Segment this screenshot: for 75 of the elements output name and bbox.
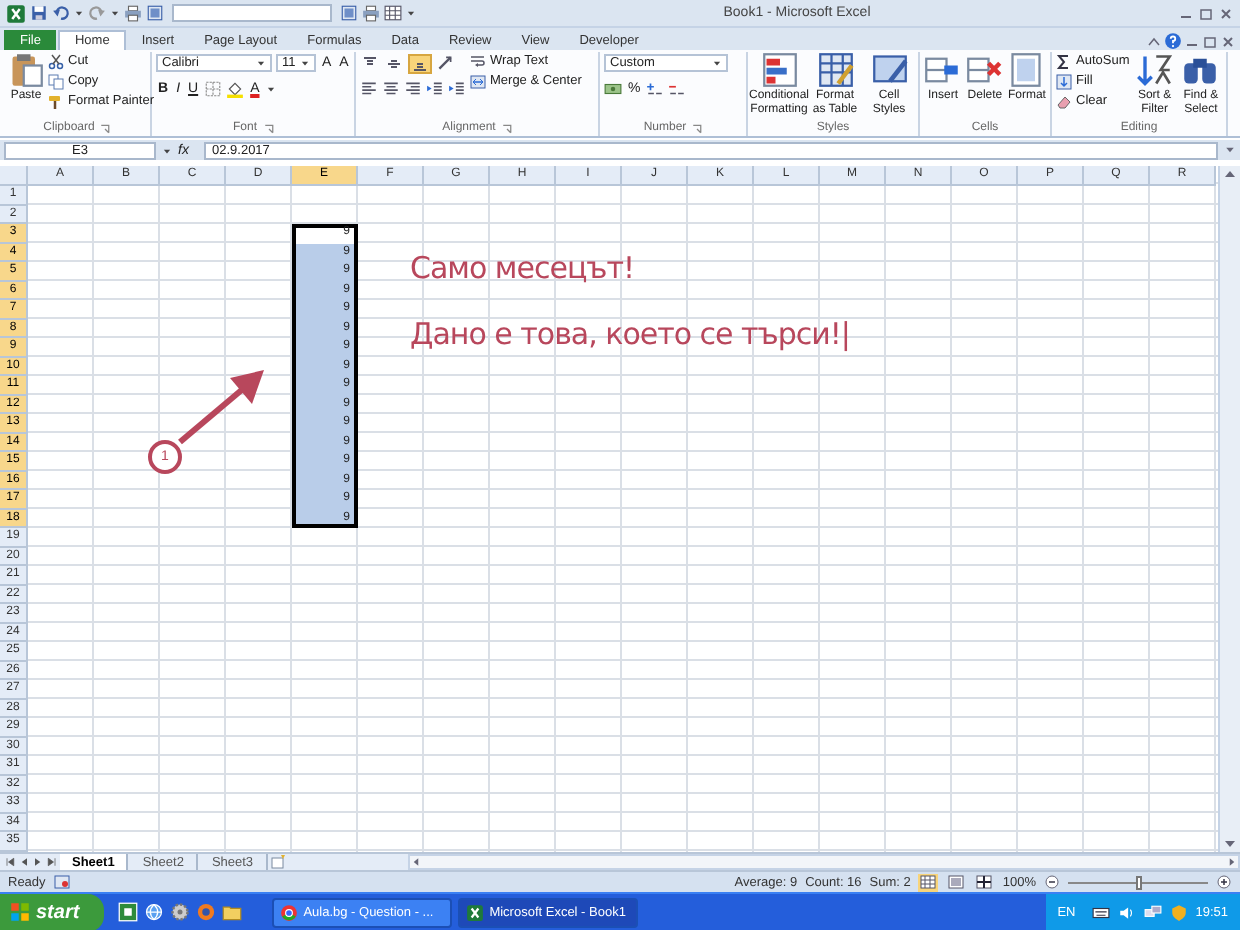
print-icon[interactable] xyxy=(362,4,380,22)
toolbar-field[interactable] xyxy=(172,4,332,22)
help-icon[interactable] xyxy=(1164,32,1182,50)
copy-icon xyxy=(48,73,64,89)
close-icon[interactable] xyxy=(1220,34,1236,50)
minus-icon[interactable] xyxy=(1044,874,1060,890)
launcher-icon[interactable] xyxy=(501,123,512,133)
scroll-down-icon[interactable] xyxy=(1224,144,1236,156)
scissors-icon xyxy=(48,53,64,69)
normal-view-icon xyxy=(920,874,937,890)
sum-icon xyxy=(1056,53,1072,69)
indent-icon[interactable] xyxy=(448,80,466,98)
indent-icon[interactable] xyxy=(426,80,444,98)
globe-icon[interactable] xyxy=(143,902,164,922)
app-logo-icon xyxy=(6,3,26,23)
record-macro-icon[interactable] xyxy=(53,874,70,890)
align-center-icon[interactable] xyxy=(382,80,400,98)
launcher-icon[interactable] xyxy=(692,123,703,133)
network-icon[interactable] xyxy=(1143,903,1162,921)
decimal-more-icon[interactable] xyxy=(646,80,665,98)
print-icon[interactable] xyxy=(124,4,142,22)
save-icon[interactable] xyxy=(30,4,48,22)
page-layout-view-icon xyxy=(948,874,965,890)
nav-first-icon[interactable] xyxy=(4,856,16,868)
collapse-icon[interactable] xyxy=(1146,34,1162,50)
align-left-icon[interactable] xyxy=(360,80,378,98)
fill-bucket-icon[interactable] xyxy=(226,80,245,98)
sort-icon xyxy=(1136,52,1173,88)
caret-icon[interactable] xyxy=(406,8,416,18)
caret-icon[interactable] xyxy=(74,8,84,18)
speaker-icon[interactable] xyxy=(1117,903,1136,921)
cell-styles-icon xyxy=(871,52,907,88)
orientation-icon[interactable] xyxy=(436,54,454,72)
view-button[interactable] xyxy=(974,873,995,891)
scroll-up-icon xyxy=(1222,166,1238,182)
app-logo-icon xyxy=(465,903,484,921)
start-button[interactable]: start xyxy=(0,893,104,930)
windows-flag-icon xyxy=(10,902,30,922)
align-button[interactable] xyxy=(408,53,432,73)
annotation-text: Само месецът! xyxy=(410,250,635,286)
align-right-icon[interactable] xyxy=(404,80,422,98)
keyboard-icon[interactable] xyxy=(1091,903,1110,921)
launcher-icon[interactable] xyxy=(100,123,111,133)
window-icon[interactable] xyxy=(117,902,138,922)
wrap-text-icon xyxy=(470,53,486,69)
caret-icon[interactable] xyxy=(162,145,172,155)
fill-down-icon xyxy=(1056,73,1072,89)
close-icon[interactable] xyxy=(1218,5,1234,21)
annotation-text: Дано е това, което се търси!| xyxy=(410,316,850,352)
folder-icon[interactable] xyxy=(221,902,242,922)
align-middle-icon xyxy=(386,55,402,71)
launcher-icon[interactable] xyxy=(263,123,273,133)
arrow xyxy=(176,370,264,446)
caret-icon xyxy=(712,58,722,68)
vertical-scrollbar[interactable] xyxy=(1218,166,1240,852)
normal-view-icon[interactable] xyxy=(384,4,402,22)
plus-icon[interactable] xyxy=(1216,874,1232,890)
align-top-icon xyxy=(362,55,378,71)
disc-icon[interactable] xyxy=(195,902,216,922)
undo-icon[interactable] xyxy=(52,4,70,22)
paintbrush-icon xyxy=(48,93,64,109)
decimal-less-icon[interactable] xyxy=(668,80,687,98)
slider-thumb[interactable] xyxy=(1136,875,1142,889)
caret-icon[interactable] xyxy=(265,84,276,94)
nav-last-icon[interactable] xyxy=(46,856,58,868)
gear-icon[interactable] xyxy=(169,902,190,922)
caret-icon xyxy=(300,58,310,68)
merge-cells-icon xyxy=(470,73,486,89)
caret-icon[interactable] xyxy=(110,8,120,18)
page-break-view-icon xyxy=(976,874,993,890)
caret-icon xyxy=(256,58,266,68)
borders-icon[interactable] xyxy=(204,80,223,98)
banknote-icon[interactable] xyxy=(604,80,622,98)
horizontal-scrollbar[interactable] xyxy=(407,854,1240,870)
eraser-icon xyxy=(1056,93,1072,109)
